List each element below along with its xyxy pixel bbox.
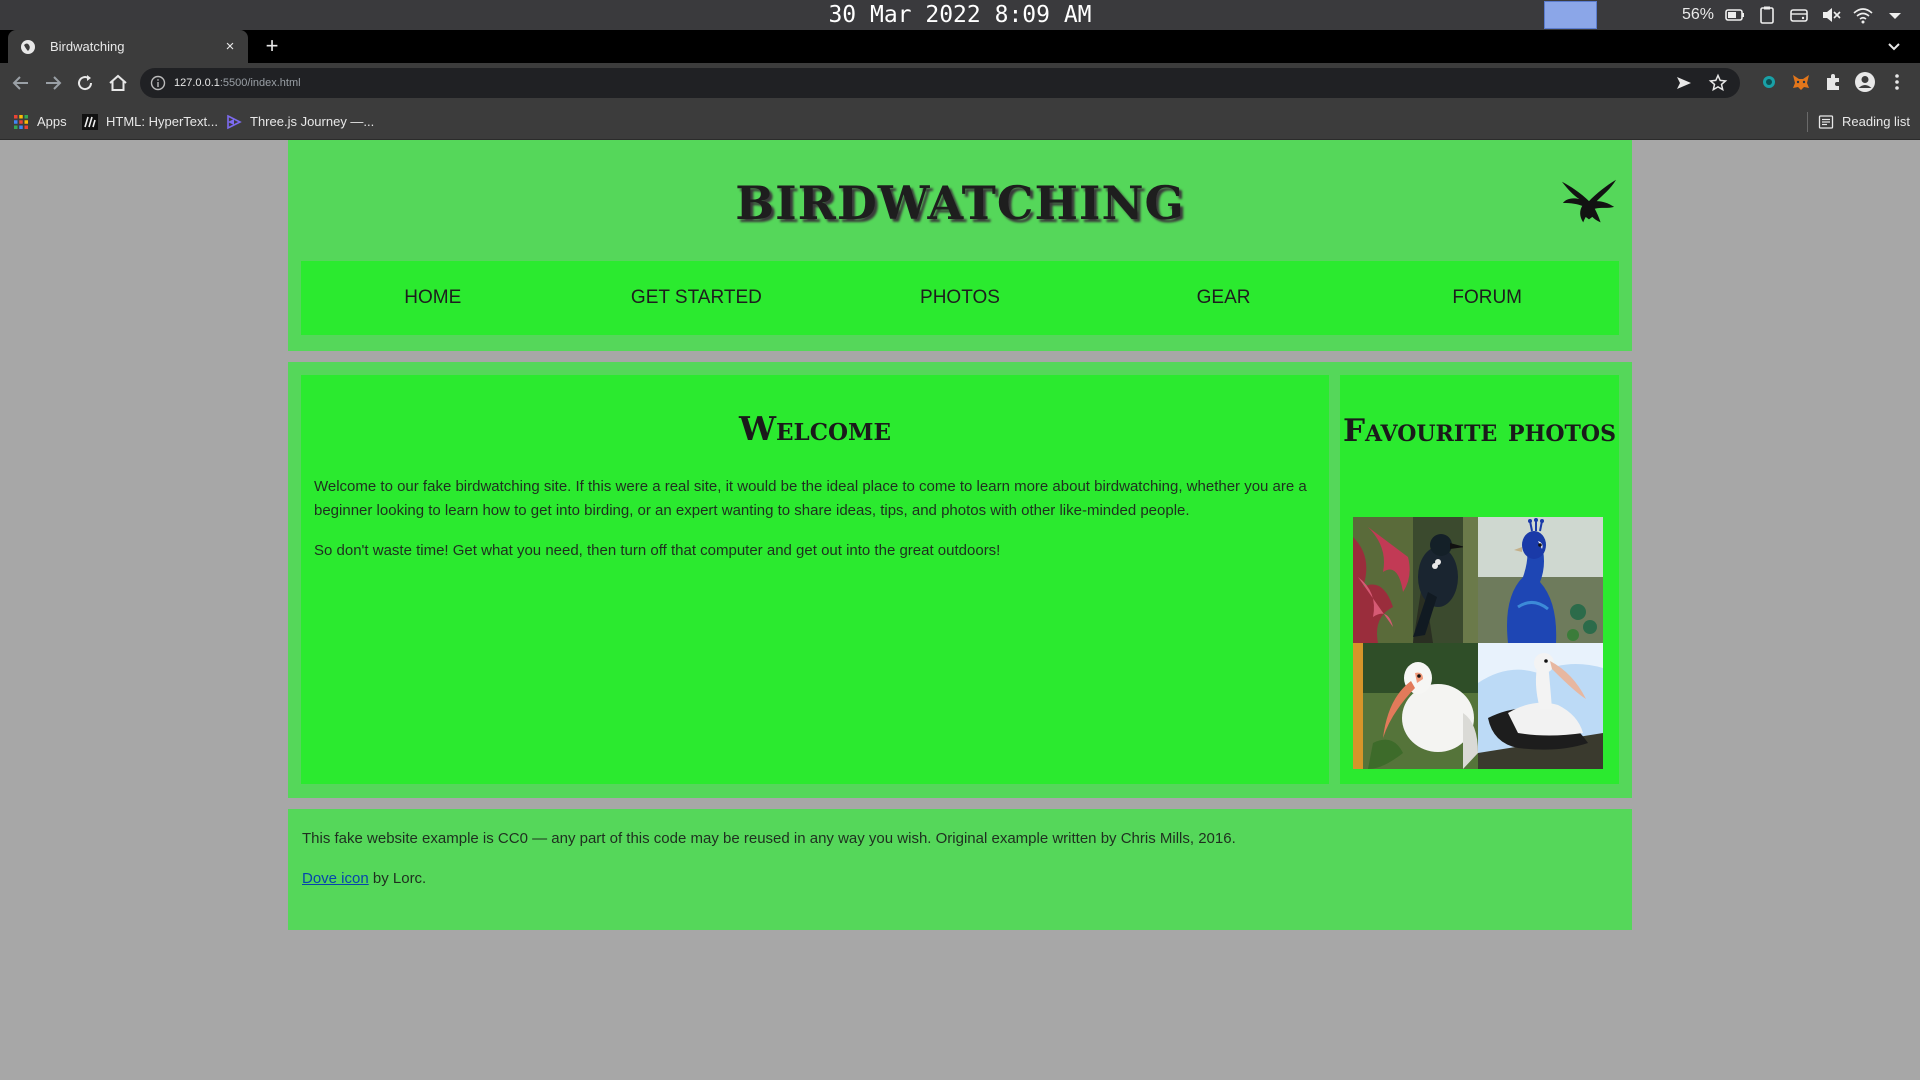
bookmark-label: Three.js Journey —... <box>250 114 375 129</box>
reading-list-button[interactable]: Reading list <box>1818 103 1910 140</box>
welcome-text: Welcome to our fake birdwatching site. I… <box>314 475 1314 579</box>
dove-icon-link[interactable]: Dove icon <box>302 870 369 887</box>
bookmark-apps[interactable]: Apps <box>13 103 67 140</box>
reload-icon[interactable] <box>73 71 97 95</box>
threejs-journey-icon <box>227 114 242 129</box>
drive-icon[interactable] <box>1788 4 1810 26</box>
reading-list-label: Reading list <box>1842 114 1910 129</box>
new-tab-button[interactable]: + <box>260 34 284 58</box>
tab-birdwatching[interactable]: Birdwatching × <box>8 30 248 63</box>
bookmark-label: HTML: HyperText... <box>106 114 218 129</box>
welcome-paragraph-1: Welcome to our fake birdwatching site. I… <box>314 478 1307 519</box>
profile-avatar-icon[interactable] <box>1854 71 1876 93</box>
os-top-bar: 30 Mar 2022 8:09 AM 56% <box>0 0 1920 30</box>
nav-forum[interactable]: FORUM <box>1387 287 1587 309</box>
site-nav: HOME GET STARTED PHOTOS GEAR FORUM <box>301 261 1619 335</box>
web-page: BIRDWATCHING HOME GET STARTED PHOTOS GEA… <box>0 140 1920 1080</box>
forward-arrow-icon[interactable] <box>41 71 65 95</box>
favourite-photos-heading: Favourite photos <box>1343 413 1616 449</box>
footer-credit-text: by Lorc. <box>368 870 427 887</box>
url-text[interactable]: 127.0.0.1:5500/index.html <box>174 68 301 98</box>
volume-muted-icon[interactable] <box>1820 4 1842 26</box>
bookmarks-separator <box>1807 112 1808 132</box>
close-tab-icon[interactable]: × <box>222 38 238 55</box>
site-info-icon[interactable] <box>150 75 166 91</box>
reading-list-icon <box>1818 114 1834 129</box>
site-title: BIRDWATCHING <box>735 176 1185 230</box>
tui-photo[interactable] <box>1353 517 1478 643</box>
send-tab-icon[interactable] <box>1674 73 1694 93</box>
wifi-icon[interactable] <box>1852 4 1874 26</box>
home-icon[interactable] <box>106 71 130 95</box>
content-wrapper: Welcome Welcome to our fake birdwatching… <box>288 362 1632 798</box>
battery-icon[interactable] <box>1724 4 1746 26</box>
tray-menu-icon[interactable] <box>1884 4 1906 26</box>
extensions-puzzle-icon[interactable] <box>1822 71 1844 93</box>
bookmark-threejs-journey[interactable]: Three.js Journey —... <box>226 103 374 140</box>
nav-get-started[interactable]: GET STARTED <box>596 287 796 309</box>
mdn-icon <box>82 113 98 130</box>
site-footer: This fake website example is CC0 — any p… <box>288 809 1632 930</box>
nav-photos[interactable]: PHOTOS <box>860 287 1060 309</box>
sidebar-favourite-photos: Favourite photos <box>1340 375 1619 784</box>
bookmarks-bar: Apps HTML: HyperText... Three.js Journey… <box>0 103 1920 140</box>
footer-text: This fake website example is CC0 — any p… <box>302 827 1602 907</box>
bookmark-star-icon[interactable] <box>1708 73 1728 93</box>
nav-gear[interactable]: GEAR <box>1124 287 1324 309</box>
globe-icon <box>21 39 35 54</box>
bookmark-label: Apps <box>37 114 67 129</box>
bookmark-mdn-html[interactable]: HTML: HyperText... <box>82 103 218 140</box>
address-bar[interactable]: 127.0.0.1:5500/index.html <box>140 68 1740 98</box>
peacock-photo[interactable] <box>1478 517 1603 643</box>
ibis-photo[interactable] <box>1353 643 1478 769</box>
apps-grid-icon <box>14 114 28 129</box>
browser-tab-strip: Birdwatching × + <box>0 30 1920 63</box>
workspace-indicator[interactable] <box>1544 1 1597 29</box>
address-bar-actions <box>1674 73 1728 93</box>
browser-toolbar: 127.0.0.1:5500/index.html <box>0 63 1920 103</box>
tab-title: Birdwatching <box>50 39 125 54</box>
metamask-fox-icon[interactable] <box>1790 71 1812 93</box>
dove-logo-icon <box>1561 179 1617 223</box>
url-path: :5500/index.html <box>219 77 301 89</box>
url-host: 127.0.0.1 <box>174 77 220 89</box>
photo-grid <box>1353 517 1603 769</box>
welcome-heading: Welcome <box>738 409 892 448</box>
nav-home[interactable]: HOME <box>333 287 533 309</box>
browser-menu-kebab-icon[interactable] <box>1886 71 1908 93</box>
extensions-area <box>1758 71 1908 93</box>
extension-teal-icon[interactable] <box>1758 71 1780 93</box>
pelican-photo[interactable] <box>1478 643 1603 769</box>
welcome-paragraph-2: So don't waste time! Get what you need, … <box>314 542 1001 559</box>
main-article: Welcome Welcome to our fake birdwatching… <box>301 375 1329 784</box>
back-arrow-icon[interactable] <box>9 71 33 95</box>
system-tray: 56% <box>1682 0 1906 30</box>
system-clock[interactable]: 30 Mar 2022 8:09 AM <box>0 0 1920 30</box>
site-header: BIRDWATCHING HOME GET STARTED PHOTOS GEA… <box>288 140 1632 351</box>
battery-percent[interactable]: 56% <box>1682 6 1714 24</box>
clipboard-icon[interactable] <box>1756 4 1778 26</box>
tab-search-chevron-icon[interactable] <box>1884 36 1904 56</box>
footer-credit: Dove icon by Lorc. <box>302 867 1602 891</box>
footer-license: This fake website example is CC0 — any p… <box>302 830 1236 847</box>
